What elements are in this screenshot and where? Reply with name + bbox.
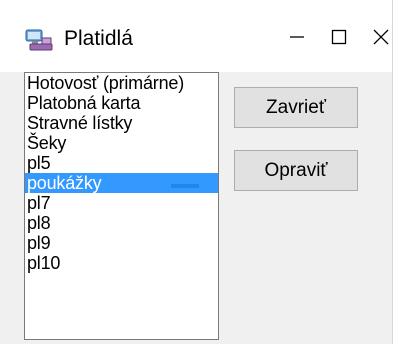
edit-button[interactable]: Opraviť: [234, 150, 358, 191]
cashier-icon: [24, 28, 54, 52]
close-window-button[interactable]: [360, 20, 393, 58]
list-item-selected[interactable]: poukážky: [25, 173, 218, 193]
list-item[interactable]: pl5: [25, 153, 218, 173]
list-item[interactable]: Hotovosť (primárne): [25, 73, 218, 93]
list-item[interactable]: pl8: [25, 213, 218, 233]
list-item[interactable]: pl7: [25, 193, 218, 213]
list-item[interactable]: pl9: [25, 233, 218, 253]
platidla-window: Platidlá Hotovosť (primárne) Platobná ka…: [0, 0, 393, 344]
minimize-button[interactable]: [276, 20, 318, 58]
list-item[interactable]: Šeky: [25, 133, 218, 153]
list-item[interactable]: pl10: [25, 253, 218, 273]
list-item[interactable]: Platobná karta: [25, 93, 218, 113]
title-bar[interactable]: Platidlá: [0, 0, 392, 72]
maximize-icon: [330, 28, 348, 51]
maximize-button[interactable]: [318, 20, 360, 58]
close-icon: [372, 28, 390, 51]
close-button[interactable]: Zavrieť: [234, 87, 358, 128]
payment-methods-list[interactable]: Hotovosť (primárne) Platobná karta Strav…: [24, 72, 219, 340]
minimize-icon: [288, 28, 306, 51]
list-item[interactable]: Stravné lístky: [25, 113, 218, 133]
window-title: Platidlá: [64, 27, 133, 50]
